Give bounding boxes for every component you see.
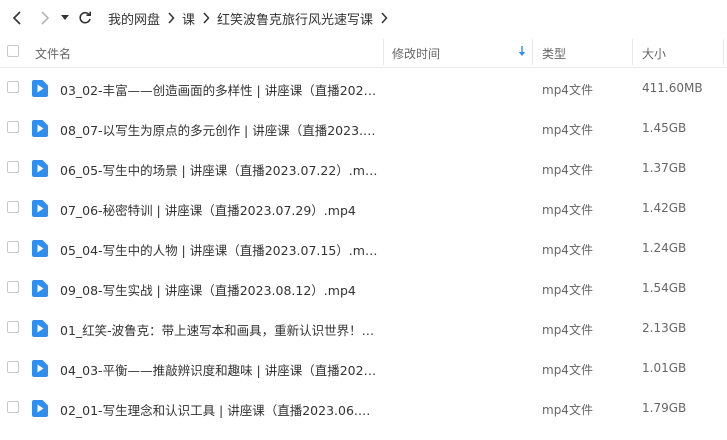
chevron-right-icon bbox=[167, 12, 175, 24]
file-size: 1.01GB bbox=[642, 361, 687, 375]
breadcrumb-item-folder[interactable]: 课 bbox=[182, 9, 195, 28]
row-checkbox[interactable] bbox=[7, 281, 19, 293]
file-type: mp4文件 bbox=[542, 163, 593, 177]
file-row[interactable]: 08_07-以写生为原点的多元创作 | 讲座课（直播2023.08.… mp4文… bbox=[0, 108, 727, 148]
file-row[interactable]: 07_06-秘密特训 | 讲座课（直播2023.07.29）.mp4 mp4文件… bbox=[0, 188, 727, 228]
file-list-header: 文件名 修改时间 类型 大小 bbox=[0, 36, 727, 68]
column-header-name[interactable]: 文件名 bbox=[35, 45, 71, 62]
file-size: 1.54GB bbox=[642, 281, 687, 295]
file-type: mp4文件 bbox=[542, 363, 593, 377]
column-divider[interactable] bbox=[383, 39, 384, 65]
column-divider[interactable] bbox=[723, 39, 724, 65]
breadcrumb-item-root[interactable]: 我的网盘 bbox=[108, 9, 160, 28]
video-file-icon bbox=[32, 360, 48, 377]
row-checkbox[interactable] bbox=[7, 321, 19, 333]
back-button[interactable] bbox=[6, 4, 28, 32]
file-size: 411.60MB bbox=[642, 81, 703, 95]
file-name[interactable]: 06_05-写生中的场景 | 讲座课（直播2023.07.22）.mp4 bbox=[60, 160, 378, 179]
file-name[interactable]: 02_01-写生理念和认识工具 | 讲座课（直播2023.06.17）… bbox=[60, 400, 378, 419]
refresh-button[interactable] bbox=[74, 4, 96, 32]
file-row[interactable]: 01_红笑-波鲁克：带上速写本和画具，重新认识世界！ | … mp4文件 2.1… bbox=[0, 308, 727, 348]
forward-button[interactable] bbox=[34, 4, 56, 32]
file-name[interactable]: 09_08-写生实战 | 讲座课（直播2023.08.12）.mp4 bbox=[60, 280, 378, 299]
video-file-icon bbox=[32, 200, 48, 217]
row-checkbox[interactable] bbox=[7, 121, 19, 133]
row-checkbox[interactable] bbox=[7, 161, 19, 173]
row-checkbox[interactable] bbox=[7, 81, 19, 93]
file-type: mp4文件 bbox=[542, 123, 593, 137]
navigation-bar: 我的网盘 课 红笑波鲁克旅行风光速写课 bbox=[0, 0, 727, 36]
file-row[interactable]: 03_02-丰富——创造画面的多样性 | 讲座课（直播2023.… mp4文件 … bbox=[0, 68, 727, 108]
video-file-icon bbox=[32, 280, 48, 297]
video-file-icon bbox=[32, 320, 48, 337]
video-file-icon bbox=[32, 120, 48, 137]
column-header-modified-time[interactable]: 修改时间 bbox=[392, 45, 440, 62]
chevron-right-icon bbox=[41, 11, 50, 25]
file-type: mp4文件 bbox=[542, 203, 593, 217]
video-file-icon bbox=[32, 160, 48, 177]
refresh-icon bbox=[79, 11, 91, 24]
file-name[interactable]: 01_红笑-波鲁克：带上速写本和画具，重新认识世界！ | … bbox=[60, 320, 378, 339]
file-type: mp4文件 bbox=[542, 323, 593, 337]
file-list: 03_02-丰富——创造画面的多样性 | 讲座课（直播2023.… mp4文件 … bbox=[0, 68, 727, 428]
caret-down-icon bbox=[61, 15, 69, 20]
row-checkbox[interactable] bbox=[7, 201, 19, 213]
history-dropdown-button[interactable] bbox=[58, 4, 72, 32]
video-file-icon bbox=[32, 80, 48, 97]
row-checkbox[interactable] bbox=[7, 241, 19, 253]
file-row[interactable]: 04_03-平衡——推敲辨识度和趣味 | 讲座课（直播2023.… mp4文件 … bbox=[0, 348, 727, 388]
file-size: 1.37GB bbox=[642, 161, 687, 175]
chevron-right-icon bbox=[202, 12, 210, 24]
video-file-icon bbox=[32, 400, 48, 417]
file-type: mp4文件 bbox=[542, 243, 593, 257]
column-divider[interactable] bbox=[632, 39, 633, 65]
file-name[interactable]: 07_06-秘密特训 | 讲座课（直播2023.07.29）.mp4 bbox=[60, 200, 378, 219]
file-name[interactable]: 03_02-丰富——创造画面的多样性 | 讲座课（直播2023.… bbox=[60, 80, 378, 99]
file-row[interactable]: 02_01-写生理念和认识工具 | 讲座课（直播2023.06.17）… mp4… bbox=[0, 388, 727, 428]
column-divider[interactable] bbox=[532, 39, 533, 65]
file-name[interactable]: 08_07-以写生为原点的多元创作 | 讲座课（直播2023.08.… bbox=[60, 120, 378, 139]
file-type: mp4文件 bbox=[542, 283, 593, 297]
file-type: mp4文件 bbox=[542, 83, 593, 97]
sort-descending-icon[interactable] bbox=[518, 46, 526, 57]
file-row[interactable]: 06_05-写生中的场景 | 讲座课（直播2023.07.22）.mp4 mp4… bbox=[0, 148, 727, 188]
file-row[interactable]: 09_08-写生实战 | 讲座课（直播2023.08.12）.mp4 mp4文件… bbox=[0, 268, 727, 308]
column-header-size[interactable]: 大小 bbox=[642, 45, 666, 62]
file-size: 1.24GB bbox=[642, 241, 687, 255]
file-name[interactable]: 04_03-平衡——推敲辨识度和趣味 | 讲座课（直播2023.… bbox=[60, 360, 378, 379]
breadcrumb: 我的网盘 课 红笑波鲁克旅行风光速写课 bbox=[108, 9, 395, 28]
column-header-type[interactable]: 类型 bbox=[542, 45, 566, 62]
file-size: 2.13GB bbox=[642, 321, 687, 335]
row-checkbox[interactable] bbox=[7, 401, 19, 413]
file-size: 1.79GB bbox=[642, 401, 687, 415]
chevron-right-icon[interactable] bbox=[380, 12, 388, 24]
chevron-left-icon bbox=[12, 11, 21, 25]
video-file-icon bbox=[32, 240, 48, 257]
file-type: mp4文件 bbox=[542, 403, 593, 417]
breadcrumb-item-current[interactable]: 红笑波鲁克旅行风光速写课 bbox=[217, 9, 373, 28]
file-size: 1.45GB bbox=[642, 121, 687, 135]
row-checkbox[interactable] bbox=[7, 361, 19, 373]
file-size: 1.42GB bbox=[642, 201, 687, 215]
select-all-checkbox[interactable] bbox=[7, 45, 19, 57]
file-row[interactable]: 05_04-写生中的人物 | 讲座课（直播2023.07.15）.mp4 mp4… bbox=[0, 228, 727, 268]
file-name[interactable]: 05_04-写生中的人物 | 讲座课（直播2023.07.15）.mp4 bbox=[60, 240, 378, 259]
